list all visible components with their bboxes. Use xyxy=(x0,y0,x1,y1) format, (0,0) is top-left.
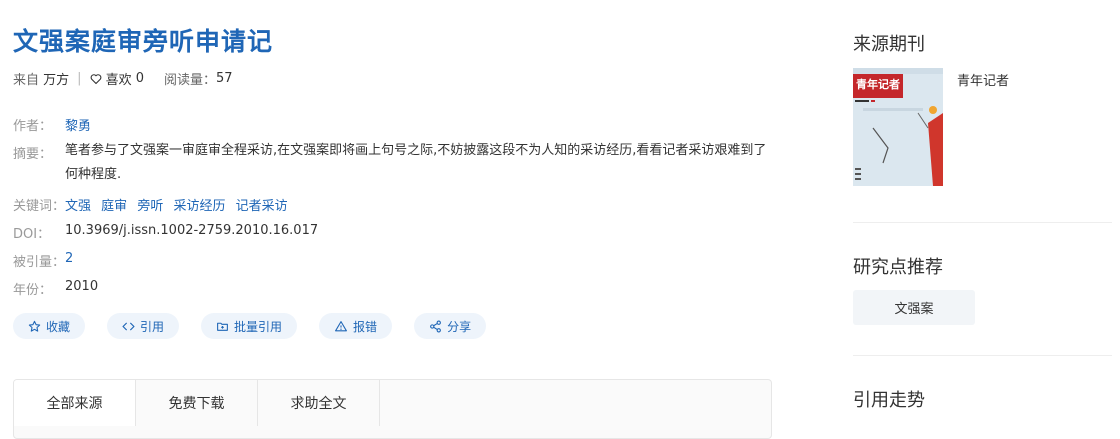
batch-cite-label: 批量引用 xyxy=(234,319,283,334)
year-value: 2010 xyxy=(65,279,99,294)
tab-request-fulltext[interactable]: 求助全文 xyxy=(258,380,380,426)
abstract-label: 摘要： xyxy=(13,147,53,162)
like-label: 喜欢 xyxy=(105,73,132,88)
keyword-link[interactable]: 文强 xyxy=(65,199,91,214)
reads-label: 阅读量： xyxy=(164,73,217,88)
collect-label: 收藏 xyxy=(46,319,71,334)
tab-free-download[interactable]: 免费下载 xyxy=(136,380,258,426)
keywords-list: 文强 庭审 旁听 采访经历 记者采访 xyxy=(65,195,294,214)
reads-count: 57 xyxy=(216,71,233,86)
share-label: 分享 xyxy=(447,319,472,334)
collect-button[interactable]: 收藏 xyxy=(13,313,86,339)
batch-cite-button[interactable]: 批量引用 xyxy=(201,313,298,339)
keyword-link[interactable]: 旁听 xyxy=(137,199,163,214)
source-tabs: 全部来源 免费下载 求助全文 xyxy=(13,379,772,439)
doi-label: DOI： xyxy=(13,227,51,242)
report-label: 报错 xyxy=(353,319,378,334)
heart-icon xyxy=(90,73,101,84)
sidebar-divider xyxy=(853,355,1112,356)
cited-label: 被引量： xyxy=(13,255,66,270)
source-label: 来自 xyxy=(13,73,40,88)
journal-cover[interactable]: 青年记者 xyxy=(853,68,943,186)
journal-name-link[interactable]: 青年记者 xyxy=(957,70,1009,89)
author-label: 作者： xyxy=(13,119,53,134)
keyword-link[interactable]: 记者采访 xyxy=(236,199,288,214)
year-label: 年份： xyxy=(13,283,53,298)
keyword-link[interactable]: 庭审 xyxy=(101,199,127,214)
report-button[interactable]: 报错 xyxy=(319,313,393,339)
code-brackets-icon xyxy=(122,322,135,330)
action-bar: 收藏 引用 批量引用 报错 分享 xyxy=(13,313,508,339)
research-tag[interactable]: 文强案 xyxy=(853,290,975,325)
citation-trend-heading: 引用走势 xyxy=(853,390,925,411)
cite-button[interactable]: 引用 xyxy=(107,313,180,339)
cover-title: 青年记者 xyxy=(856,78,900,91)
folder-add-icon xyxy=(217,322,228,331)
source-value: 万方 xyxy=(43,73,70,88)
share-button[interactable]: 分享 xyxy=(414,313,487,339)
source-journal-heading: 来源期刊 xyxy=(853,34,925,55)
tab-all-sources[interactable]: 全部来源 xyxy=(14,380,136,426)
article-title: 文强案庭审旁听申请记 xyxy=(13,27,274,56)
sidebar-divider xyxy=(853,222,1112,223)
abstract-text: 笔者参与了文强案一审庭审全程采访,在文强案即将画上句号之际,不妨披露这段不为人知… xyxy=(65,143,767,182)
doi-value: 10.3969/j.issn.1002-2759.2010.16.017 xyxy=(65,223,319,238)
star-icon xyxy=(28,320,41,332)
like-button[interactable]: 喜欢 0 xyxy=(90,69,144,88)
keyword-link[interactable]: 采访经历 xyxy=(173,199,225,214)
cited-count-link[interactable]: 2 xyxy=(65,251,73,266)
author-link[interactable]: 黎勇 xyxy=(65,115,91,134)
research-points-heading: 研究点推荐 xyxy=(853,257,943,278)
cite-label: 引用 xyxy=(140,319,165,334)
like-count: 0 xyxy=(135,71,144,86)
keywords-label: 关键词： xyxy=(13,199,66,214)
share-icon xyxy=(430,320,441,332)
article-meta: 来自 万方 | 喜欢 0 阅读量： 57 xyxy=(13,69,233,88)
meta-divider: | xyxy=(77,71,82,86)
warning-icon xyxy=(335,320,348,331)
